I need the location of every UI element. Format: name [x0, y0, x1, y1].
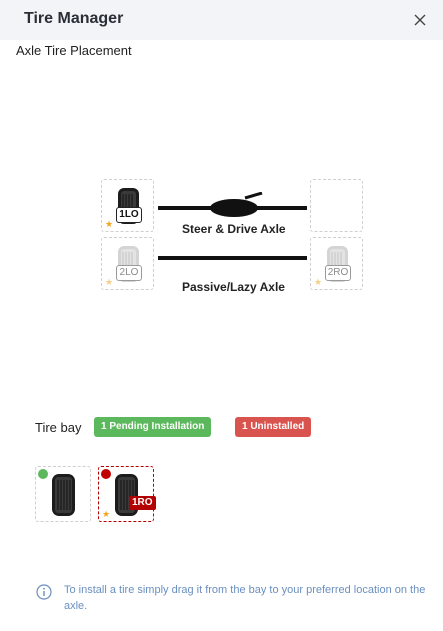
star-icon: ★	[105, 219, 114, 229]
star-icon: ★	[105, 277, 114, 287]
slot-2ro[interactable]: 2RO ★	[310, 237, 363, 290]
axle-shaft-2	[158, 256, 307, 260]
axle-name: Steer & Drive Axle	[182, 222, 286, 236]
slot-1lo[interactable]: 1LO ★	[101, 179, 154, 232]
dialog-header: Tire Manager	[0, 0, 443, 40]
tire-icon[interactable]	[113, 473, 140, 517]
slot-1ro[interactable]	[310, 179, 363, 232]
section-label: Axle Tire Placement	[16, 43, 132, 58]
bay-item-pending[interactable]	[35, 466, 91, 522]
position-label: 1RO	[129, 496, 156, 510]
dialog-title: Tire Manager	[24, 10, 124, 27]
status-dot	[38, 469, 48, 479]
star-icon: ★	[102, 509, 111, 519]
position-label: 2RO	[325, 265, 351, 281]
axle-name: Passive/Lazy Axle	[182, 280, 285, 294]
star-icon: ★	[314, 277, 323, 287]
close-icon[interactable]	[407, 7, 433, 33]
differential-icon	[210, 192, 263, 217]
pending-badge: 1 Pending Installation	[94, 417, 212, 437]
position-label: 1LO	[116, 207, 142, 223]
uninstalled-badge: 1 Uninstalled	[235, 417, 312, 437]
status-dot	[101, 469, 111, 479]
tire-bay-label: Tire bay	[35, 420, 82, 435]
tire-icon[interactable]	[50, 473, 77, 517]
info-icon	[36, 584, 52, 600]
position-label: 2LO	[116, 265, 142, 281]
slot-2lo[interactable]: 2LO ★	[101, 237, 154, 290]
bay-item-uninstalled[interactable]: 1RO ★	[98, 466, 156, 522]
info-text: To install a tire simply drag it from th…	[64, 584, 426, 612]
